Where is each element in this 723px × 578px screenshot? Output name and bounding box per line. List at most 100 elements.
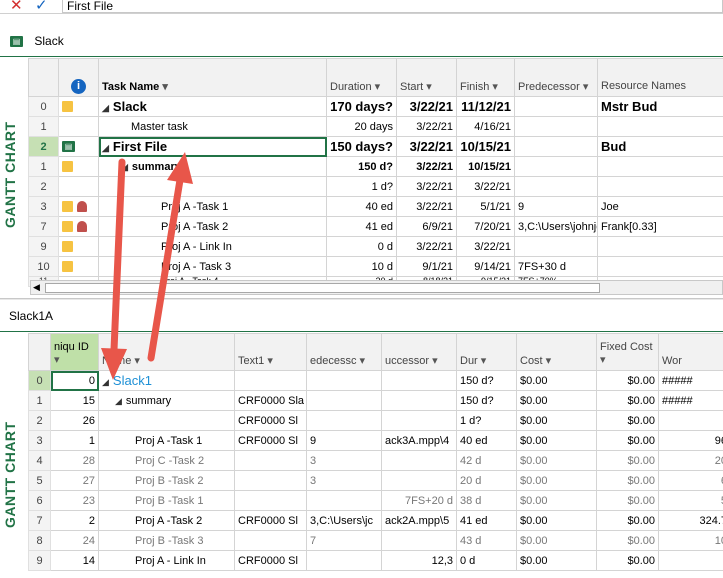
finish-cell[interactable]: 7/20/21	[456, 216, 515, 237]
fixed-cost-cell[interactable]: $0.00	[596, 450, 659, 471]
predecessors-cell[interactable]	[306, 410, 382, 431]
fixed-cost-cell[interactable]: $0.00	[596, 430, 659, 451]
cost-cell[interactable]: $0.00	[516, 510, 597, 531]
task-name-cell[interactable]: Proj A - Link In	[98, 236, 327, 257]
row-index[interactable]: 0	[28, 370, 51, 391]
unique-id-cell[interactable]: 26	[50, 410, 99, 431]
successors-cell[interactable]: 12,3	[381, 550, 457, 571]
duration-column-header[interactable]: Duration	[326, 58, 397, 97]
unique-id-cell[interactable]: 14	[50, 550, 99, 571]
text1-cell[interactable]: CRF0000 Sl	[234, 550, 307, 571]
duration-cell[interactable]: 10 d	[326, 256, 397, 277]
finish-column-header[interactable]: Finish	[456, 58, 515, 97]
fixed-cost-cell[interactable]: $0.00	[596, 490, 659, 511]
task-name-cell[interactable]	[98, 176, 327, 197]
name-column-header[interactable]: Name	[98, 333, 235, 371]
finish-cell[interactable]: 10/15/21	[456, 156, 515, 177]
cost-cell[interactable]: $0.00	[516, 470, 597, 491]
table-row[interactable]: 2 1 d? 3/22/21 3/22/21	[28, 176, 723, 197]
fixed-cost-cell[interactable]: $0.00	[596, 550, 659, 571]
start-cell[interactable]: 3/22/21	[396, 156, 457, 177]
dur-cell[interactable]: 0 d	[456, 550, 517, 571]
predecessors-cell[interactable]: 3	[306, 450, 382, 471]
duration-cell[interactable]: 20 days	[326, 116, 397, 137]
task-name-cell[interactable]: Proj A - Task 3	[98, 256, 327, 277]
finish-cell[interactable]: 5/1/21	[456, 196, 515, 217]
check-icon[interactable]: ✓	[35, 0, 48, 14]
entry-field[interactable]: First File	[62, 0, 723, 13]
name-cell[interactable]	[98, 410, 235, 431]
indicators-column-header[interactable]: i	[58, 58, 99, 97]
successors-cell[interactable]	[381, 370, 457, 391]
dur-column-header[interactable]: Dur	[456, 333, 517, 371]
row-index[interactable]: 9	[28, 236, 59, 257]
resource-icon[interactable]	[77, 201, 87, 213]
start-column-header[interactable]: Start	[396, 58, 457, 97]
start-cell[interactable]: 3/22/21	[396, 96, 457, 117]
dur-cell[interactable]: 150 d?	[456, 390, 517, 411]
predecessors-column-header-2[interactable]: edecessc	[306, 333, 382, 371]
unique-id-cell[interactable]: 24	[50, 530, 99, 551]
task-name-cell[interactable]: Proj A -Task 2	[98, 216, 327, 237]
fixed-cost-cell[interactable]: $0.00	[596, 530, 659, 551]
collapse-triangle-icon[interactable]: ◢	[102, 377, 109, 387]
resource-cell[interactable]	[597, 236, 723, 257]
task-name-column-header[interactable]: Task Name	[98, 58, 327, 97]
dur-cell[interactable]: 42 d	[456, 450, 517, 471]
predecessors-cell[interactable]: 3,C:\Users\johnje	[514, 216, 598, 237]
unique-id-cell[interactable]: 0	[50, 370, 99, 391]
table-row[interactable]: 4 28 Proj C -Task 2 3 42 d $0.00 $0.00 2…	[28, 450, 723, 471]
scrollbar-thumb[interactable]	[45, 283, 600, 293]
resource-cell[interactable]: Frank[0.33]	[597, 216, 723, 237]
text1-column-header[interactable]: Text1	[234, 333, 307, 371]
duration-cell[interactable]: 40 ed	[326, 196, 397, 217]
name-cell[interactable]: Proj A -Task 2	[98, 510, 235, 531]
table-row[interactable]: 8 24 Proj B -Task 3 7 43 d $0.00 $0.00 1…	[28, 530, 723, 551]
resource-icon[interactable]	[77, 221, 87, 233]
successors-cell[interactable]: 7FS+20 d	[381, 490, 457, 511]
table-row[interactable]: 2 ▤ ◢ First File 150 days? 3/22/21 10/15/…	[28, 136, 723, 157]
dur-cell[interactable]: 40 ed	[456, 430, 517, 451]
predecessors-cell[interactable]	[514, 176, 598, 197]
unique-id-column-header[interactable]: niqu ID	[50, 333, 99, 371]
text1-cell[interactable]	[234, 470, 307, 491]
resource-cell[interactable]	[597, 156, 723, 177]
name-cell[interactable]: Proj B -Task 1	[98, 490, 235, 511]
resource-cell[interactable]	[597, 256, 723, 277]
fixed-cost-cell[interactable]: $0.00	[596, 410, 659, 431]
dur-cell[interactable]: 38 d	[456, 490, 517, 511]
note-icon[interactable]	[62, 201, 73, 213]
successors-cell[interactable]	[381, 530, 457, 551]
table-row[interactable]: 5 27 Proj B -Task 2 3 20 d $0.00 $0.00 6	[28, 470, 723, 491]
work-cell[interactable]: #####	[658, 390, 723, 411]
duration-cell[interactable]: 0 d	[326, 236, 397, 257]
unique-id-cell[interactable]: 1	[50, 430, 99, 451]
predecessors-cell[interactable]	[514, 156, 598, 177]
row-index[interactable]: 7	[28, 216, 59, 237]
work-cell[interactable]	[658, 410, 723, 431]
resource-names-column-header[interactable]: Resource Names	[597, 58, 723, 97]
note-icon[interactable]	[62, 241, 73, 253]
predecessors-cell[interactable]: 3,C:\Users\jc	[306, 510, 382, 531]
work-cell[interactable]: 324.7	[658, 510, 723, 531]
unique-id-cell[interactable]: 15	[50, 390, 99, 411]
row-index[interactable]: 2	[28, 410, 51, 431]
cost-cell[interactable]: $0.00	[516, 550, 597, 571]
row-index[interactable]: 9	[28, 550, 51, 571]
successors-cell[interactable]	[381, 470, 457, 491]
cost-cell[interactable]: $0.00	[516, 370, 597, 391]
work-cell[interactable]: 6	[658, 470, 723, 491]
predecessors-cell[interactable]	[306, 490, 382, 511]
work-cell[interactable]: 10	[658, 530, 723, 551]
row-index[interactable]: 6	[28, 490, 51, 511]
cost-column-header[interactable]: Cost	[516, 333, 597, 371]
task-name-cell[interactable]: Proj A -Task 1	[98, 196, 327, 217]
successors-column-header[interactable]: uccessor	[381, 333, 457, 371]
row-index[interactable]: 8	[28, 530, 51, 551]
note-icon[interactable]	[62, 161, 73, 173]
duration-cell[interactable]: 1 d?	[326, 176, 397, 197]
inserted-project-icon[interactable]: ▤	[62, 141, 75, 153]
dur-cell[interactable]: 43 d	[456, 530, 517, 551]
table-row[interactable]: 1 Master task 20 days 3/22/21 4/16/21	[28, 116, 723, 137]
note-icon[interactable]	[62, 221, 73, 233]
